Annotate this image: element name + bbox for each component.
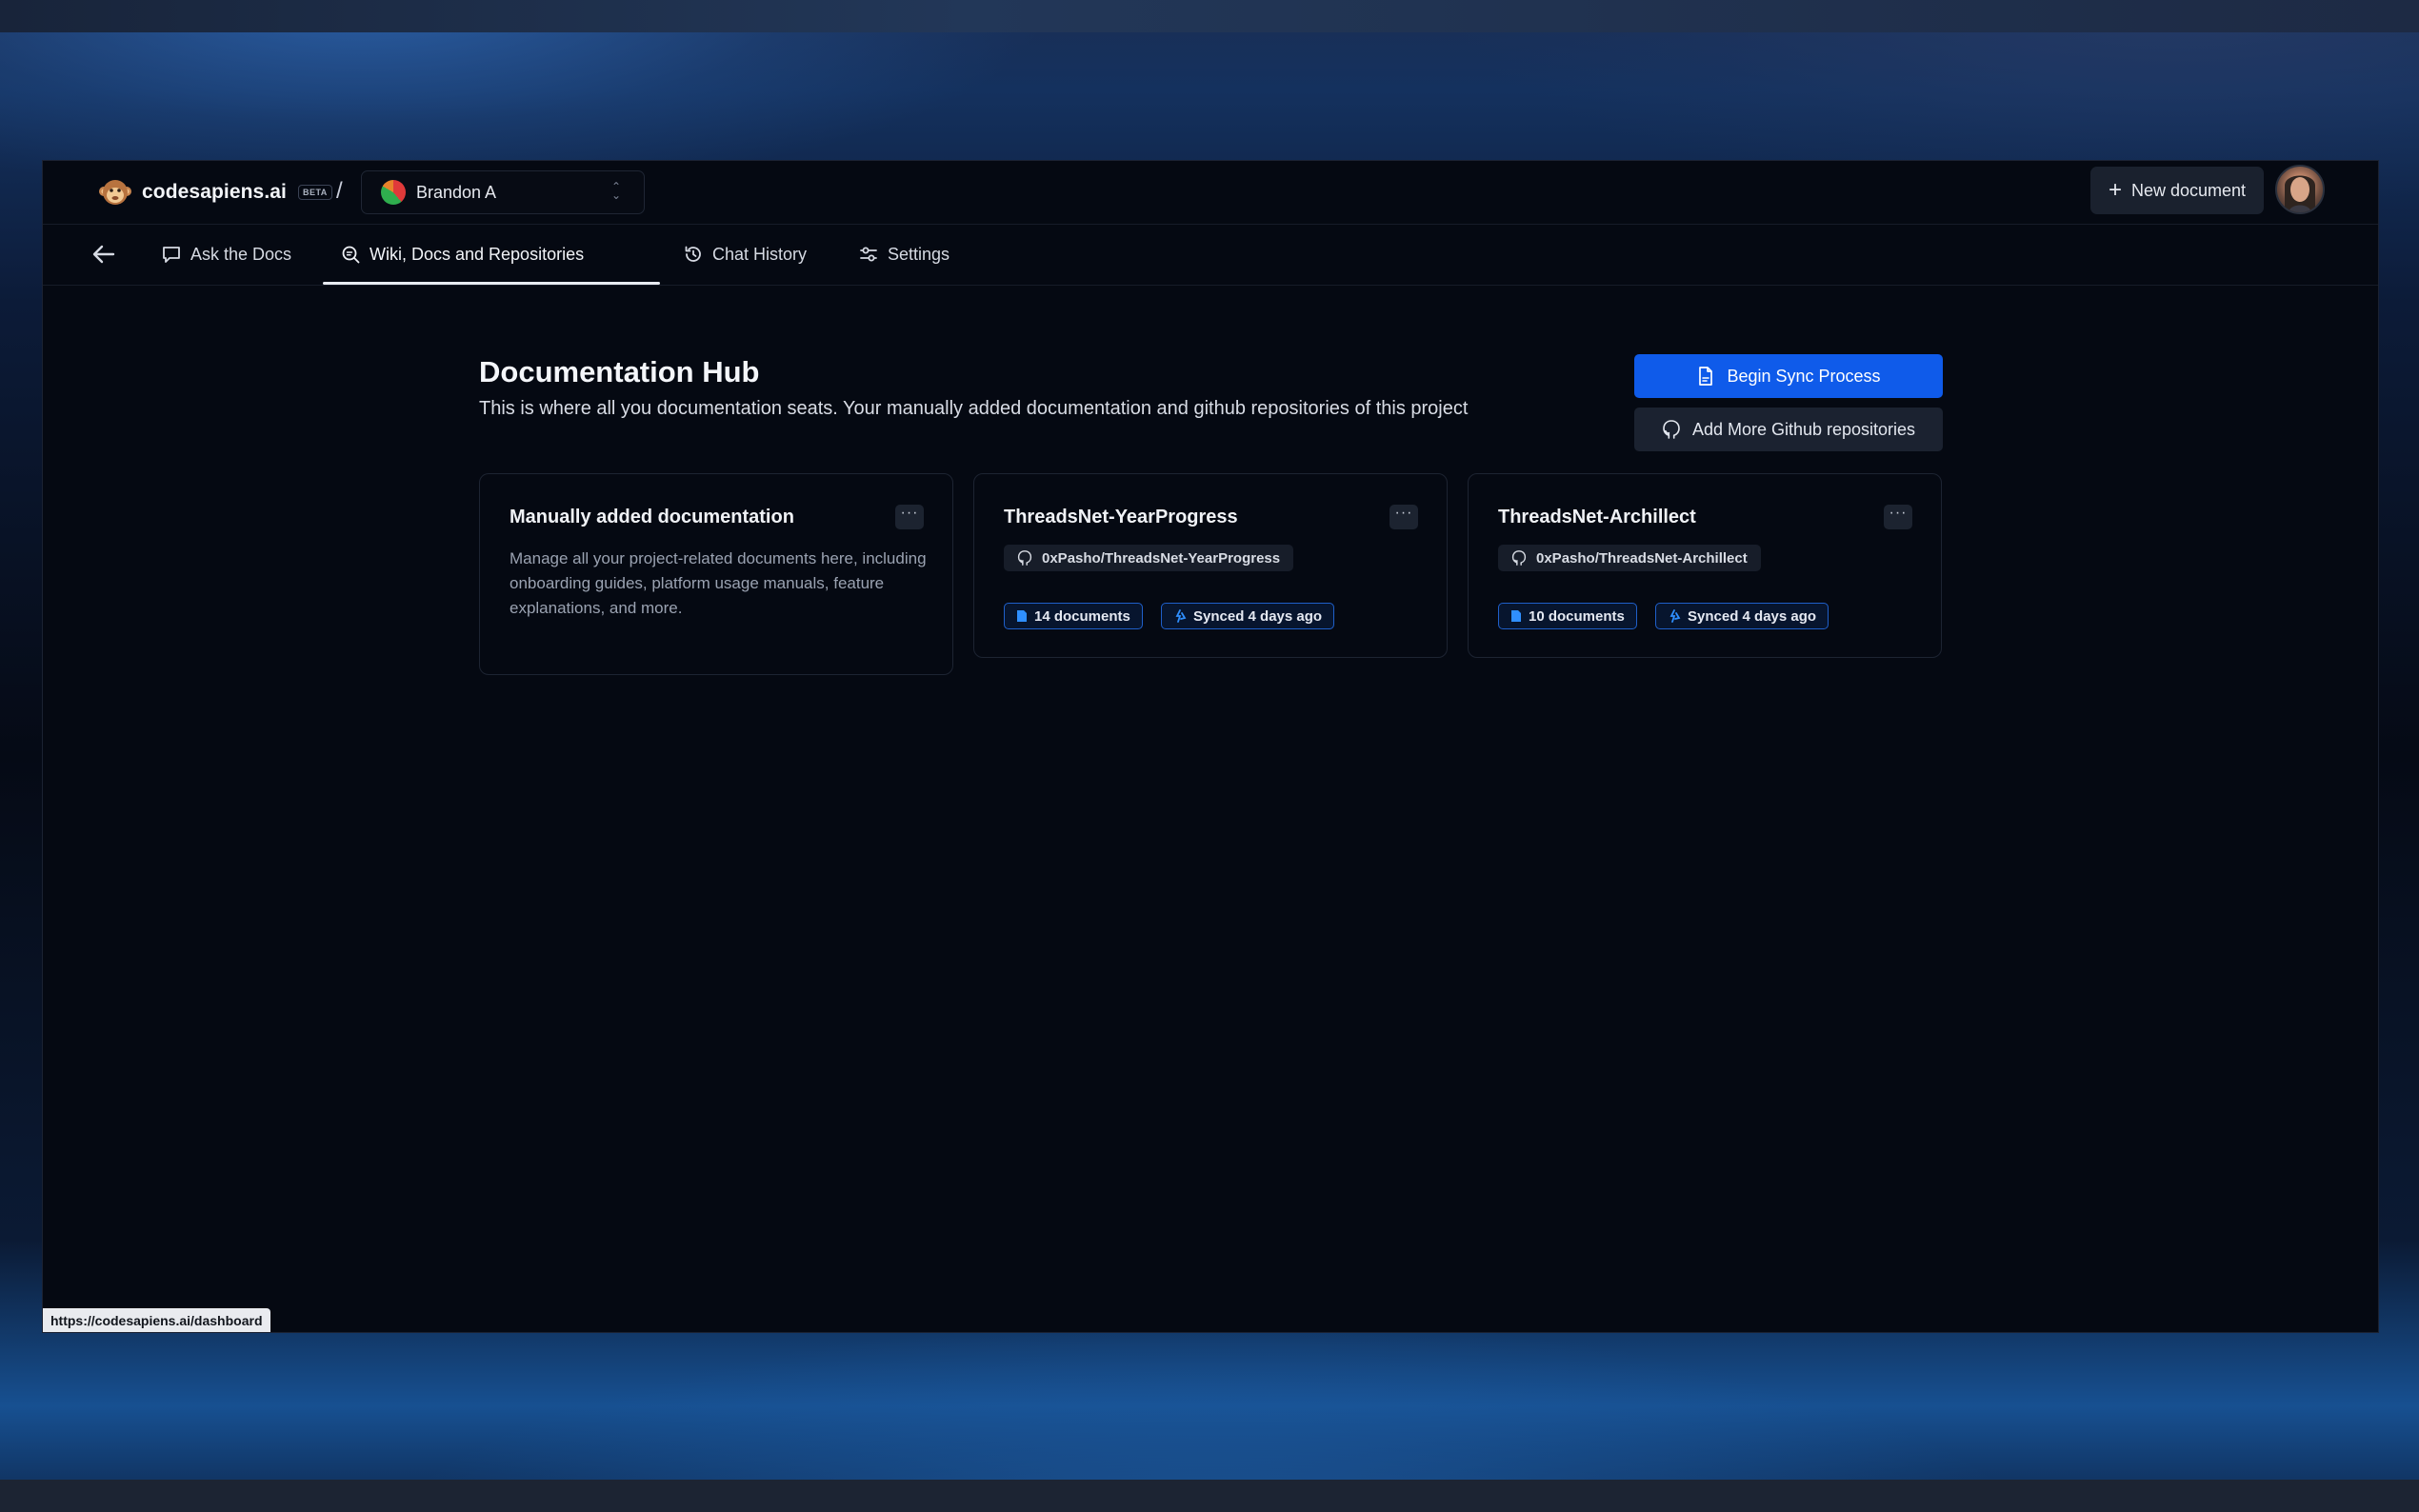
tab-settings[interactable]: Settings (858, 224, 950, 285)
monkey-logo-icon (99, 180, 131, 205)
document-count: 14 documents (1034, 607, 1130, 625)
document-sync-icon (1699, 367, 1713, 386)
beta-badge: BETA (297, 185, 332, 200)
repo-path-chip[interactable]: 0xPasho/ThreadsNet-YearProgress (1004, 545, 1294, 571)
app-header: codesapiens.ai BETA / Brandon A ⌃ ⌄ + New… (43, 161, 2378, 225)
sync-status-badge: Synced 4 days ago (1655, 603, 1829, 629)
github-icon (1511, 550, 1527, 566)
tab-wiki-docs-repositories[interactable]: Wiki, Docs and Repositories (340, 224, 584, 285)
tab-label: Chat History (712, 244, 808, 264)
search-doc-icon (342, 246, 360, 264)
project-name: Brandon A (416, 182, 497, 202)
app-window: codesapiens.ai BETA / Brandon A ⌃ ⌄ + New… (42, 160, 2379, 1333)
more-options-icon[interactable]: ··· (895, 505, 924, 529)
avatar-portrait-icon (2285, 175, 2315, 212)
back-arrow-icon[interactable] (90, 241, 117, 268)
sync-icon (1175, 609, 1187, 623)
brand-name: codesapiens.ai (142, 181, 287, 203)
card-description: Manage all your project-related document… (510, 549, 927, 617)
sync-status-badge: Synced 4 days ago (1161, 603, 1335, 629)
breadcrumb-separator: / (336, 178, 343, 204)
repo-card-archillect[interactable]: ThreadsNet-Archillect ··· 0xPasho/Thread… (1468, 473, 1942, 658)
chevron-up-down-icon: ⌃ ⌄ (610, 180, 621, 202)
status-bar-url: https://codesapiens.ai/dashboard (43, 1308, 270, 1332)
more-options-icon[interactable]: ··· (1884, 505, 1912, 529)
new-document-label: New document (2130, 180, 2247, 200)
active-tab-indicator (323, 282, 660, 285)
tab-chat-history[interactable]: Chat History (683, 224, 807, 285)
document-icon (1511, 610, 1521, 622)
github-icon (1663, 420, 1680, 439)
document-count-badge: 10 documents (1498, 603, 1637, 629)
tab-ask-the-docs[interactable]: Ask the Docs (161, 224, 291, 285)
card-title: ThreadsNet-YearProgress (1004, 507, 1238, 527)
tab-label: Ask the Docs (190, 244, 292, 264)
sync-status: Synced 4 days ago (1193, 607, 1323, 625)
tab-navigation: Ask the Docs Wiki, Docs and Repositories… (43, 224, 2378, 286)
document-count: 10 documents (1529, 607, 1625, 625)
document-icon (1017, 610, 1027, 622)
card-title: ThreadsNet-Archillect (1498, 507, 1696, 527)
sync-status: Synced 4 days ago (1688, 607, 1817, 625)
bottom-bar-strip (0, 1480, 2419, 1512)
more-options-icon[interactable]: ··· (1389, 505, 1418, 529)
top-bar-strip (0, 0, 2419, 32)
project-selector[interactable]: Brandon A ⌃ ⌄ (361, 170, 645, 214)
begin-sync-button[interactable]: Begin Sync Process (1634, 354, 1943, 398)
repo-path-chip[interactable]: 0xPasho/ThreadsNet-Archillect (1498, 545, 1761, 571)
repo-path: 0xPasho/ThreadsNet-Archillect (1536, 549, 1748, 567)
new-document-button[interactable]: + New document (2090, 167, 2264, 214)
user-avatar[interactable] (2275, 165, 2325, 214)
document-count-badge: 14 documents (1004, 603, 1143, 629)
add-github-repositories-button[interactable]: Add More Github repositories (1634, 408, 1943, 451)
manual-docs-card[interactable]: Manually added documentation ··· Manage … (479, 473, 953, 675)
page-title: Documentation Hub (479, 355, 760, 388)
begin-sync-label: Begin Sync Process (1727, 366, 1881, 386)
github-icon (1017, 550, 1032, 566)
plus-icon: + (2108, 177, 2122, 203)
project-avatar-icon (381, 180, 406, 205)
sliders-icon (860, 247, 877, 262)
history-icon (685, 246, 701, 262)
tab-label: Wiki, Docs and Repositories (370, 244, 585, 264)
page-description: This is where all you documentation seat… (479, 398, 1469, 419)
card-title: Manually added documentation (510, 507, 794, 527)
repo-card-yearprogress[interactable]: ThreadsNet-YearProgress ··· 0xPasho/Thre… (973, 473, 1448, 658)
add-repositories-label: Add More Github repositories (1691, 419, 1916, 439)
sync-icon (1669, 609, 1681, 623)
brand[interactable]: codesapiens.ai BETA (98, 174, 332, 210)
tab-label: Settings (888, 244, 950, 264)
repo-path: 0xPasho/ThreadsNet-YearProgress (1042, 549, 1281, 567)
chat-bubble-icon (163, 247, 180, 263)
